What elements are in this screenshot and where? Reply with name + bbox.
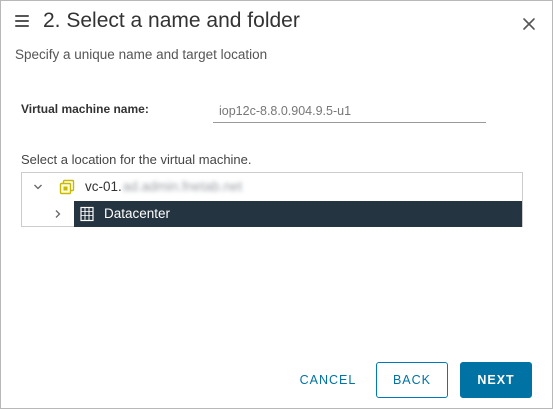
vm-name-label: Virtual machine name: <box>21 102 149 116</box>
close-icon[interactable] <box>521 16 537 32</box>
datacenter-icon <box>80 206 94 222</box>
select-name-folder-dialog: 2. Select a name and folder Specify a un… <box>0 0 553 409</box>
dialog-subtitle: Specify a unique name and target locatio… <box>15 47 268 62</box>
next-button[interactable]: NEXT <box>460 362 532 398</box>
vm-name-input[interactable] <box>213 99 486 123</box>
tree-node-datacenter-label: Datacenter <box>104 206 171 221</box>
location-tree: vc-01.ad.admin.fnetab.net Datacenter <box>21 172 523 227</box>
chevron-down-icon[interactable] <box>32 181 44 193</box>
hamburger-menu-icon[interactable] <box>15 15 29 27</box>
chevron-right-icon[interactable] <box>52 208 64 220</box>
vcenter-icon <box>59 179 75 195</box>
tree-node-datacenter[interactable]: Datacenter <box>22 201 522 227</box>
vcenter-hostname-obscured: ad.admin.fnetab.net <box>122 179 243 194</box>
dialog-title: 2. Select a name and folder <box>43 9 300 32</box>
back-button[interactable]: BACK <box>376 362 448 398</box>
cancel-button[interactable]: CANCEL <box>286 362 370 398</box>
vcenter-name: vc-01. <box>85 179 122 194</box>
tree-node-vcenter[interactable]: vc-01.ad.admin.fnetab.net <box>22 174 522 200</box>
location-label: Select a location for the virtual machin… <box>21 152 252 167</box>
tree-node-vcenter-label: vc-01.ad.admin.fnetab.net <box>85 179 242 194</box>
